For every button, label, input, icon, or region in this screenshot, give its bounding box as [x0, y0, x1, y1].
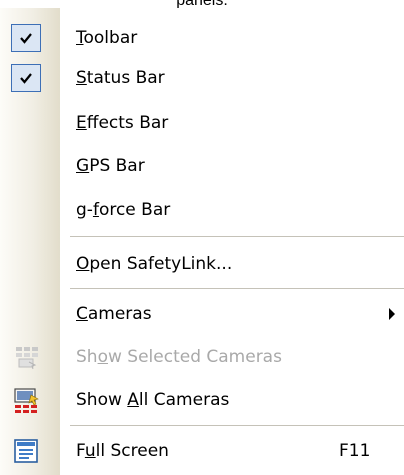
view-menu: Toolbar Status Bar Effects Bar GPS Bar g…	[0, 8, 404, 475]
shortcut-label: F11	[339, 441, 371, 461]
menu-item-open-safetylink[interactable]: Open SafetyLink...	[0, 244, 404, 284]
check-mark-icon	[11, 24, 41, 52]
menu-item-effects-bar[interactable]: Effects Bar	[0, 103, 404, 143]
menu-item-label: g-force Bar	[76, 200, 171, 220]
menu-item-full-screen[interactable]: Full Screen F11	[0, 431, 404, 471]
submenu-arrow-icon	[389, 308, 395, 320]
menu-item-status-bar[interactable]: Status Bar	[0, 58, 404, 98]
menu-item-cameras[interactable]: Cameras	[0, 294, 404, 334]
menu-item-label: Effects Bar	[76, 113, 169, 133]
menu-item-label: Toolbar	[76, 28, 138, 48]
menu-item-show-selected-cameras: Show Selected Cameras	[0, 337, 404, 377]
menu-item-label: GPS Bar	[76, 156, 145, 176]
full-screen-icon	[11, 437, 41, 465]
menu-item-g-force-bar[interactable]: g-force Bar	[0, 190, 404, 230]
menu-separator	[70, 236, 404, 237]
menu-item-toolbar[interactable]: Toolbar	[0, 18, 404, 58]
selected-cameras-icon	[11, 343, 41, 371]
check-mark-icon	[11, 64, 41, 92]
menu-item-gps-bar[interactable]: GPS Bar	[0, 146, 404, 186]
menu-separator	[70, 425, 404, 426]
screenshot: panels. Toolbar Status Bar Effects Bar G…	[0, 0, 404, 475]
menu-item-label: Cameras	[76, 304, 152, 324]
menu-item-label: Status Bar	[76, 68, 165, 88]
all-cameras-icon	[11, 386, 41, 414]
menu-item-label: Show Selected Cameras	[76, 347, 282, 367]
menu-item-label: Full Screen	[76, 441, 169, 461]
menu-item-show-all-cameras[interactable]: Show All Cameras	[0, 380, 404, 420]
menu-separator	[70, 288, 404, 289]
menu-item-label: Open SafetyLink...	[76, 254, 233, 274]
menu-item-label: Show All Cameras	[76, 390, 230, 410]
